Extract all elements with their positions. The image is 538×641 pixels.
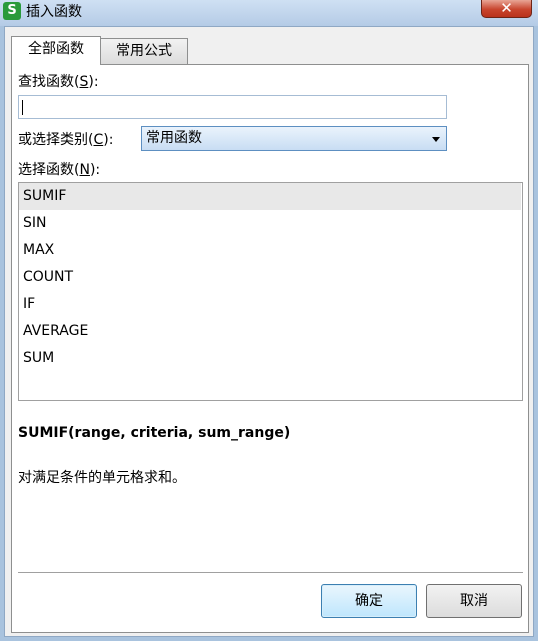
cancel-button[interactable]: 取消 <box>426 584 522 618</box>
list-item[interactable]: COUNT <box>19 264 521 291</box>
function-description: 对满足条件的单元格求和。 <box>18 470 186 486</box>
close-button[interactable]: ✕ <box>481 0 532 18</box>
text-caret <box>22 100 23 115</box>
category-select[interactable]: 常用函数 <box>141 126 447 151</box>
title-bar: S 插入函数 ✕ <box>0 0 538 26</box>
tab-common-formulas[interactable]: 常用公式 <box>100 38 188 64</box>
tab-panel: 查找函数(S): 或选择类别(C): 常用函数 选择函数(N): SUMIF S… <box>11 64 529 633</box>
list-item[interactable]: SUM <box>19 345 521 372</box>
close-icon: ✕ <box>500 0 513 17</box>
function-listbox[interactable]: SUMIF SIN MAX COUNT IF AVERAGE SUM <box>18 182 523 401</box>
ok-button[interactable]: 确定 <box>321 584 417 618</box>
search-input[interactable] <box>18 95 447 119</box>
category-selected-value: 常用函数 <box>146 130 202 146</box>
list-item[interactable]: AVERAGE <box>19 318 521 345</box>
list-item[interactable]: SUMIF <box>19 183 521 210</box>
category-label: 或选择类别(C): <box>18 132 114 148</box>
window-title: 插入函数 <box>26 4 82 20</box>
function-list-label: 选择函数(N): <box>18 162 101 178</box>
search-label: 查找函数(S): <box>18 74 99 90</box>
function-signature: SUMIF(range, criteria, sum_range) <box>18 425 291 441</box>
wps-spreadsheet-icon: S <box>3 2 21 20</box>
list-item[interactable]: MAX <box>19 237 521 264</box>
tab-all-functions[interactable]: 全部函数 <box>11 36 101 65</box>
divider <box>18 572 523 573</box>
insert-function-dialog: 全部函数 常用公式 查找函数(S): 或选择类别(C): 常用函数 选择函数(N… <box>4 26 534 637</box>
list-item[interactable]: IF <box>19 291 521 318</box>
chevron-down-icon <box>432 137 440 142</box>
list-item[interactable]: SIN <box>19 210 521 237</box>
